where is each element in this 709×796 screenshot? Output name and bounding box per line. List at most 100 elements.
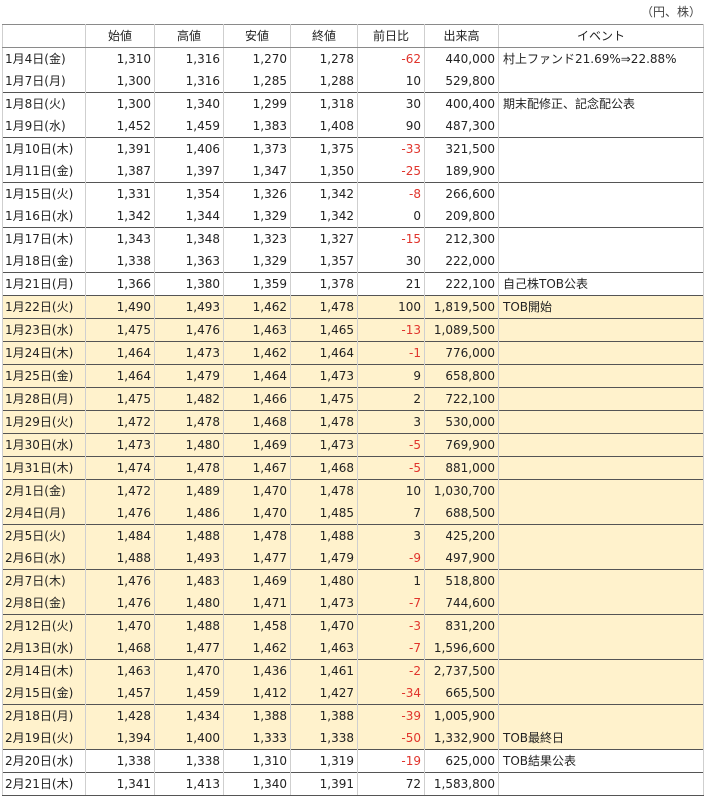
cell-high: 1,480 bbox=[154, 592, 224, 615]
cell-low: 1,462 bbox=[223, 341, 291, 365]
cell-date: 1月23日(水) bbox=[2, 318, 86, 342]
table-row: 2月19日(火) 1,394 1,400 1,333 1,338 -50 1,332,900… bbox=[2, 727, 704, 750]
cell-high: 1,344 bbox=[154, 205, 224, 228]
header-volume: 出来高 bbox=[424, 24, 499, 48]
cell-event bbox=[498, 614, 704, 637]
cell-event bbox=[498, 479, 704, 502]
cell-change: -13 bbox=[357, 318, 425, 342]
cell-change: 3 bbox=[357, 524, 425, 547]
cell-date: 1月21日(月) bbox=[2, 272, 86, 296]
cell-close: 1,319 bbox=[290, 749, 358, 773]
cell-close: 1,288 bbox=[290, 70, 358, 93]
cell-close: 1,485 bbox=[290, 502, 358, 525]
cell-date: 1月7日(月) bbox=[2, 70, 86, 93]
table-body: 1月4日(金) 1,310 1,316 1,270 1,278 -62 440,000 村上フ… bbox=[2, 47, 704, 796]
cell-date: 2月5日(火) bbox=[2, 524, 86, 547]
table-row: 1月7日(月) 1,300 1,316 1,285 1,288 10 529,800 bbox=[2, 70, 704, 93]
table-row: 2月1日(金) 1,472 1,489 1,470 1,478 10 1,030,700 bbox=[2, 479, 704, 502]
cell-close: 1,461 bbox=[290, 659, 358, 682]
cell-change: -19 bbox=[357, 749, 425, 773]
cell-low: 1,477 bbox=[223, 547, 291, 570]
cell-close: 1,427 bbox=[290, 682, 358, 705]
cell-low: 1,333 bbox=[223, 727, 291, 750]
cell-close: 1,478 bbox=[290, 479, 358, 502]
cell-event bbox=[498, 682, 704, 705]
cell-close: 1,342 bbox=[290, 205, 358, 228]
stock-price-table: 始値 高値 安値 終値 前日比 出来高 イベント 1月4日(金) 1,310 1,3… bbox=[2, 24, 704, 796]
cell-open: 1,428 bbox=[85, 704, 155, 727]
cell-date: 1月30日(水) bbox=[2, 433, 86, 457]
cell-volume: 266,600 bbox=[424, 182, 499, 205]
cell-date: 1月24日(木) bbox=[2, 341, 86, 365]
cell-low: 1,470 bbox=[223, 502, 291, 525]
cell-change: 9 bbox=[357, 364, 425, 388]
cell-event bbox=[498, 704, 704, 727]
cell-high: 1,477 bbox=[154, 637, 224, 660]
table-row: 1月21日(月) 1,366 1,380 1,359 1,378 21 222,100 自己株… bbox=[2, 272, 704, 296]
cell-event bbox=[498, 341, 704, 365]
cell-date: 2月18日(月) bbox=[2, 704, 86, 727]
cell-change: -33 bbox=[357, 137, 425, 160]
cell-event: 村上ファンド21.69%⇒22.88% bbox=[498, 47, 704, 70]
cell-high: 1,406 bbox=[154, 137, 224, 160]
cell-low: 1,463 bbox=[223, 318, 291, 342]
cell-open: 1,341 bbox=[85, 772, 155, 796]
cell-high: 1,459 bbox=[154, 682, 224, 705]
cell-close: 1,327 bbox=[290, 227, 358, 250]
cell-date: 1月31日(木) bbox=[2, 456, 86, 480]
cell-event bbox=[498, 410, 704, 434]
cell-change: 7 bbox=[357, 502, 425, 525]
cell-open: 1,490 bbox=[85, 295, 155, 319]
cell-date: 2月19日(火) bbox=[2, 727, 86, 750]
cell-change: 10 bbox=[357, 479, 425, 502]
cell-volume: 518,800 bbox=[424, 569, 499, 592]
table-row: 1月15日(火) 1,331 1,354 1,326 1,342 -8 266,600 bbox=[2, 182, 704, 205]
cell-low: 1,388 bbox=[223, 704, 291, 727]
cell-low: 1,412 bbox=[223, 682, 291, 705]
cell-change: 30 bbox=[357, 250, 425, 273]
cell-change: -50 bbox=[357, 727, 425, 750]
table-row: 1月28日(月) 1,475 1,482 1,466 1,475 2 722,100 bbox=[2, 387, 704, 411]
cell-high: 1,459 bbox=[154, 115, 224, 138]
cell-high: 1,479 bbox=[154, 364, 224, 388]
cell-change: -9 bbox=[357, 547, 425, 570]
cell-event bbox=[498, 250, 704, 273]
table-row: 2月14日(木) 1,463 1,470 1,436 1,461 -2 2,737,500 bbox=[2, 659, 704, 682]
cell-date: 2月8日(金) bbox=[2, 592, 86, 615]
cell-high: 1,470 bbox=[154, 659, 224, 682]
cell-date: 1月4日(金) bbox=[2, 47, 86, 70]
cell-open: 1,464 bbox=[85, 364, 155, 388]
cell-change: 30 bbox=[357, 92, 425, 115]
cell-close: 1,318 bbox=[290, 92, 358, 115]
cell-open: 1,338 bbox=[85, 749, 155, 773]
cell-high: 1,488 bbox=[154, 614, 224, 637]
table-row: 2月15日(金) 1,457 1,459 1,412 1,427 -34 665,500 bbox=[2, 682, 704, 705]
cell-volume: 881,000 bbox=[424, 456, 499, 480]
cell-high: 1,413 bbox=[154, 772, 224, 796]
cell-open: 1,474 bbox=[85, 456, 155, 480]
cell-change: -5 bbox=[357, 433, 425, 457]
table-row: 2月13日(水) 1,468 1,477 1,462 1,463 -7 1,596,600 bbox=[2, 637, 704, 660]
table-row: 1月4日(金) 1,310 1,316 1,270 1,278 -62 440,000 村上フ… bbox=[2, 47, 704, 70]
cell-date: 2月7日(木) bbox=[2, 569, 86, 592]
cell-change: -2 bbox=[357, 659, 425, 682]
cell-change: 0 bbox=[357, 205, 425, 228]
cell-volume: 222,100 bbox=[424, 272, 499, 296]
cell-change: -7 bbox=[357, 637, 425, 660]
cell-high: 1,397 bbox=[154, 160, 224, 183]
cell-date: 1月11日(金) bbox=[2, 160, 86, 183]
table-row: 2月4日(月) 1,476 1,486 1,470 1,485 7 688,500 bbox=[2, 502, 704, 525]
cell-date: 2月4日(月) bbox=[2, 502, 86, 525]
table-row: 1月23日(水) 1,475 1,476 1,463 1,465 -13 1,089,500 bbox=[2, 318, 704, 342]
cell-low: 1,329 bbox=[223, 250, 291, 273]
cell-high: 1,363 bbox=[154, 250, 224, 273]
cell-volume: 831,200 bbox=[424, 614, 499, 637]
cell-date: 2月6日(水) bbox=[2, 547, 86, 570]
cell-open: 1,300 bbox=[85, 92, 155, 115]
cell-date: 2月20日(水) bbox=[2, 749, 86, 773]
cell-high: 1,488 bbox=[154, 524, 224, 547]
cell-date: 1月9日(水) bbox=[2, 115, 86, 138]
cell-change: -39 bbox=[357, 704, 425, 727]
table-row: 2月21日(木) 1,341 1,413 1,340 1,391 72 1,583,800 bbox=[2, 772, 704, 796]
cell-change: -1 bbox=[357, 341, 425, 365]
